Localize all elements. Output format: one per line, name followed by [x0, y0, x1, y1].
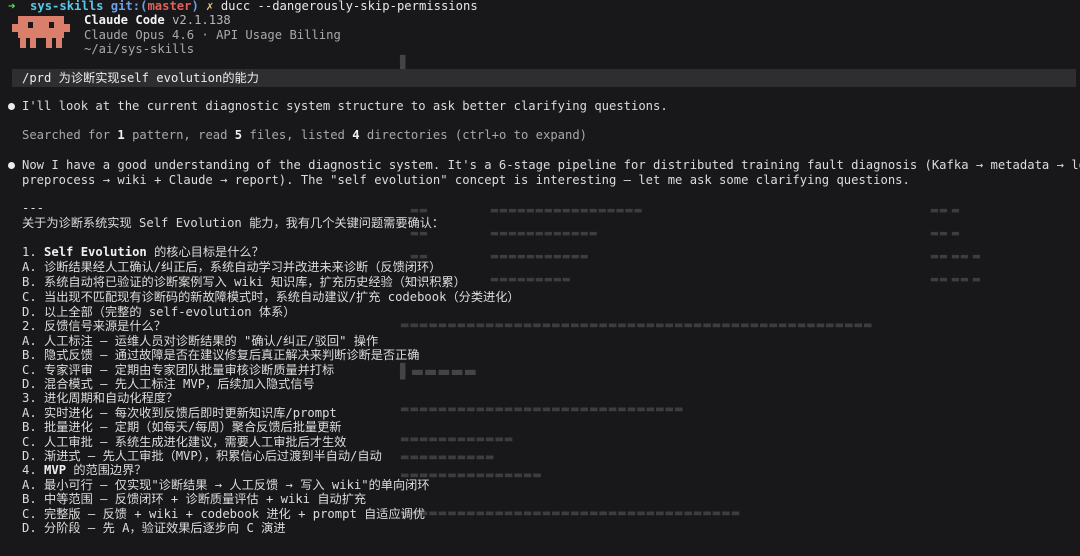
question-number: 2.	[22, 319, 45, 333]
question-heading: 4. MVP 的范围边界？	[22, 463, 147, 478]
question-text: 的核心目标是什么？	[146, 245, 264, 259]
prompt-directory: sys-skills	[30, 0, 104, 13]
tool-summary-text: pattern, read	[124, 128, 235, 142]
question-option: D. 混合模式 — 先人工标注 MVP，后续加入隐式信号	[22, 377, 315, 391]
question-option: B. 中等范围 — 反馈闭环 + 诊断质量评估 + wiki 自动扩充	[22, 492, 367, 506]
question-option: C. 人工审批 — 系统生成进化建议，需要人工审批后才生效	[22, 435, 347, 449]
assistant-message-line: Now I have a good understanding of the d…	[22, 158, 1080, 172]
git-dirty-icon: ✗	[206, 0, 214, 13]
model-info: Claude Opus 4.6 · API Usage Billing	[84, 28, 341, 42]
question-option: A. 诊断结果经人工确认/纠正后，系统自动学习并改进未来诊断（反馈闭环）	[22, 260, 442, 274]
question-option: C. 当出现不匹配现有诊断码的新故障模式时，系统自动建议/扩充 codebook…	[22, 290, 520, 304]
app-title: Claude Code v2.1.138	[84, 13, 231, 27]
claude-mascot-icon	[12, 16, 70, 48]
user-message: /prd 为诊断实现self evolution的能力	[12, 69, 1076, 87]
git-branch: master	[147, 0, 192, 13]
question-option: A. 实时进化 — 每次收到反馈后即时更新知识库/prompt	[22, 406, 337, 420]
directory-count: 4	[352, 128, 360, 142]
questions-intro: 关于为诊断系统实现 Self Evolution 能力，我有几个关键问题需要确认…	[22, 216, 445, 230]
question-option: B. 系统自动将已验证的诊断案例写入 wiki 知识库，扩充历史经验（知识积累）	[22, 275, 466, 289]
question-text: 进化周期和自动化程度？	[44, 391, 179, 405]
question-number: 1.	[22, 245, 45, 259]
question-heading: 2. 反馈信号来源是什么？	[22, 319, 166, 334]
question-keyword: Self Evolution	[44, 245, 147, 259]
tool-summary-text: files, listed	[242, 128, 353, 142]
app-version: v2.1.138	[172, 13, 231, 27]
shell-command: ducc --dangerously-skip-permissions	[220, 0, 478, 13]
question-option: A. 最小可行 — 仅实现"诊断结果 → 人工反馈 → 写入 wiki"的单向闭…	[22, 478, 430, 492]
question-number: 4.	[22, 463, 45, 477]
assistant-message: I'll look at the current diagnostic syst…	[22, 99, 668, 113]
tool-summary-text: Searched for	[22, 128, 118, 142]
question-option: D. 分阶段 — 先 A，验证效果后逐步向 C 演进	[22, 521, 286, 535]
separator: ---	[22, 201, 45, 215]
git-close: )	[191, 0, 199, 13]
question-heading: 1. Self Evolution 的核心目标是什么？	[22, 245, 264, 260]
git-label: git:(	[110, 0, 148, 13]
shell-prompt: ➜ sys-skills git:(master) ✗ ducc --dange…	[8, 0, 478, 14]
tool-summary-text: directories (ctrl+o to expand)	[359, 128, 588, 142]
assistant-message-line: preprocess → wiki + Claude → report). Th…	[22, 173, 910, 187]
prompt-arrow-icon: ➜	[8, 0, 16, 13]
question-text: 的范围边界？	[66, 463, 147, 477]
question-option: D. 渐进式 — 先人工审批（MVP），积累信心后过渡到半自动/自动	[22, 449, 382, 463]
pattern-count: 1	[117, 128, 125, 142]
question-heading: 3. 进化周期和自动化程度？	[22, 391, 178, 406]
question-option: B. 批量进化 — 定期（如每天/每周）聚合反馈后批量更新	[22, 420, 342, 434]
question-text: 反馈信号来源是什么？	[44, 319, 166, 333]
message-bullet-icon	[8, 103, 15, 110]
question-option: B. 隐式反馈 — 通过故障是否在建议修复后真正解决来判断诊断是否正确	[22, 348, 420, 362]
user-message-text: /prd 为诊断实现self evolution的能力	[22, 71, 259, 85]
terminal-window[interactable]: ➜ sys-skills git:(master) ✗ ducc --dange…	[0, 0, 1080, 556]
question-option: C. 完整版 — 反馈 + wiki + codebook 进化 + promp…	[22, 507, 426, 521]
question-option: C. 专家评审 — 定期由专家团队批量审核诊断质量并打标	[22, 363, 335, 377]
app-name: Claude Code	[84, 13, 165, 27]
question-keyword: MVP	[44, 463, 67, 477]
message-bullet-icon	[8, 162, 15, 169]
question-number: 3.	[22, 391, 45, 405]
question-option: A. 人工标注 — 运维人员对诊断结果的 "确认/纠正/驳回" 操作	[22, 334, 379, 348]
tool-summary[interactable]: Searched for 1 pattern, read 5 files, li…	[22, 128, 587, 143]
working-path: ~/ai/sys-skills	[84, 42, 195, 56]
question-option: D. 以上全部（完整的 self-evolution 体系）	[22, 305, 296, 319]
